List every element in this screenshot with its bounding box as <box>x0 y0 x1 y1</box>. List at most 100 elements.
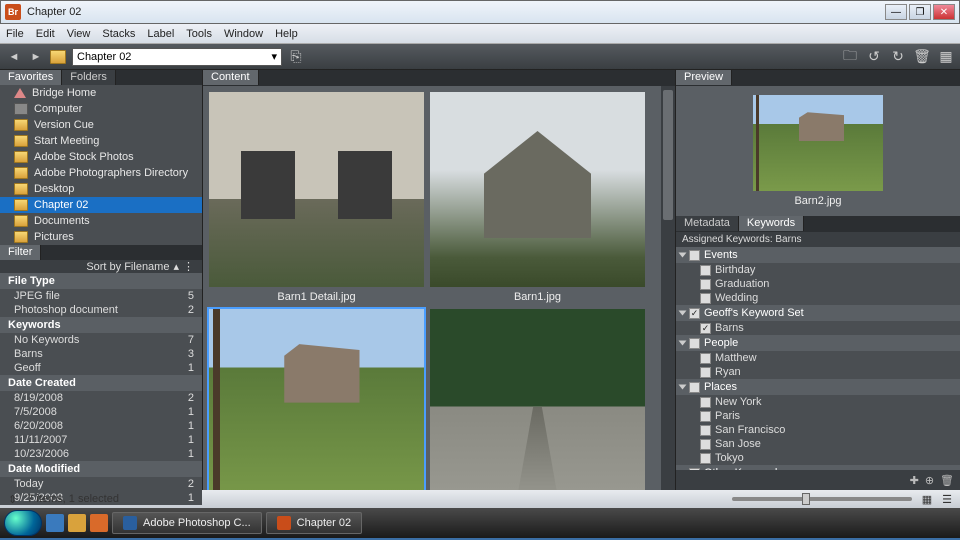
keyword-checkbox[interactable] <box>700 439 711 450</box>
filter-row[interactable]: 10/23/20061 <box>0 447 202 461</box>
disclosure-triangle-icon[interactable] <box>679 385 687 390</box>
tab-keywords[interactable]: Keywords <box>739 216 804 231</box>
favorites-item[interactable]: Pictures <box>0 229 202 245</box>
favorites-item[interactable]: Adobe Stock Photos <box>0 149 202 165</box>
filter-row[interactable]: Barns3 <box>0 347 202 361</box>
menu-view[interactable]: View <box>67 28 91 40</box>
tab-metadata[interactable]: Metadata <box>676 216 739 231</box>
favorites-item[interactable]: Desktop <box>0 181 202 197</box>
quicklaunch-firefox-icon[interactable] <box>90 514 108 532</box>
keyword-item[interactable]: Ryan <box>676 365 960 379</box>
preview-image[interactable] <box>753 95 883 191</box>
favorites-item[interactable]: Bridge Home <box>0 85 202 101</box>
content-scrollbar[interactable] <box>661 86 675 490</box>
tab-content[interactable]: Content <box>203 70 259 85</box>
keyword-checkbox[interactable] <box>700 425 711 436</box>
view-list-icon[interactable]: ☰ <box>942 493 952 506</box>
menu-stacks[interactable]: Stacks <box>102 28 135 40</box>
keyword-item[interactable]: San Jose <box>676 437 960 451</box>
menu-tools[interactable]: Tools <box>186 28 212 40</box>
keyword-item[interactable]: ✓Barns <box>676 321 960 335</box>
new-keyword-icon[interactable]: ✚ <box>910 474 919 487</box>
disclosure-triangle-icon[interactable] <box>679 253 687 258</box>
slider-thumb[interactable] <box>802 493 810 505</box>
keyword-checkbox[interactable] <box>700 453 711 464</box>
keyword-item[interactable]: Paris <box>676 409 960 423</box>
keyword-group[interactable]: People <box>676 335 960 351</box>
keyword-checkbox[interactable] <box>700 397 711 408</box>
path-dropdown[interactable]: Chapter 02 ▾ <box>72 48 282 66</box>
filter-row[interactable]: JPEG file5 <box>0 289 202 303</box>
menu-edit[interactable]: Edit <box>36 28 55 40</box>
thumbnail-grid[interactable]: Barn1 Detail.jpgBarn1.jpgBarn2.jpgRoad.j… <box>203 86 675 490</box>
favorites-item[interactable]: Adobe Photographers Directory <box>0 165 202 181</box>
menu-window[interactable]: Window <box>224 28 263 40</box>
keyword-item[interactable]: Tokyo <box>676 451 960 465</box>
keyword-checkbox[interactable] <box>700 367 711 378</box>
tab-filter[interactable]: Filter <box>0 245 41 260</box>
taskbar-photoshop[interactable]: Adobe Photoshop C... <box>112 512 262 534</box>
keyword-checkbox[interactable] <box>700 265 711 276</box>
minimize-button[interactable]: — <box>885 4 907 20</box>
keyword-item[interactable]: Matthew <box>676 351 960 365</box>
filter-section-header[interactable]: Date Created <box>0 375 202 391</box>
tab-favorites[interactable]: Favorites <box>0 70 62 85</box>
keyword-item[interactable]: Birthday <box>676 263 960 277</box>
filter-row[interactable]: 6/20/20081 <box>0 419 202 433</box>
compact-mode-icon[interactable]: ▦ <box>938 49 954 65</box>
expand-icon[interactable]: ⇕ <box>8 493 17 506</box>
quicklaunch-explorer-icon[interactable] <box>68 514 86 532</box>
keyword-checkbox[interactable] <box>689 338 700 349</box>
thumbnail-size-slider[interactable] <box>732 497 912 501</box>
delete-keyword-icon[interactable]: 🗑 <box>940 474 954 487</box>
rotate-cw-icon[interactable]: ↻ <box>890 49 906 65</box>
filter-section-header[interactable]: Keywords <box>0 317 202 333</box>
close-button[interactable]: ✕ <box>933 4 955 20</box>
thumbnail[interactable]: Barn2.jpg <box>209 309 424 490</box>
keyword-item[interactable]: Graduation <box>676 277 960 291</box>
menu-label[interactable]: Label <box>147 28 174 40</box>
keyword-checkbox[interactable]: ✓ <box>689 308 700 319</box>
filter-section-header[interactable]: File Type <box>0 273 202 289</box>
taskbar-bridge[interactable]: Chapter 02 <box>266 512 362 534</box>
filter-row[interactable]: Today2 <box>0 477 202 491</box>
filter-row[interactable]: 11/11/20071 <box>0 433 202 447</box>
keyword-item[interactable]: Wedding <box>676 291 960 305</box>
filter-row[interactable]: No Keywords7 <box>0 333 202 347</box>
filter-section-header[interactable]: Date Modified <box>0 461 202 477</box>
favorites-item[interactable]: Documents <box>0 213 202 229</box>
reveal-button[interactable]: ⎘ <box>288 49 304 65</box>
nav-back-button[interactable]: ◄ <box>6 49 22 65</box>
new-subkeyword-icon[interactable]: ⊕ <box>925 474 934 487</box>
menu-help[interactable]: Help <box>275 28 298 40</box>
favorites-item[interactable]: Chapter 02 <box>0 197 202 213</box>
keyword-item[interactable]: San Francisco <box>676 423 960 437</box>
favorites-item[interactable]: Version Cue <box>0 117 202 133</box>
maximize-button[interactable]: ❐ <box>909 4 931 20</box>
keyword-checkbox[interactable]: ✓ <box>700 323 711 334</box>
keyword-checkbox[interactable] <box>700 279 711 290</box>
keyword-item[interactable]: New York <box>676 395 960 409</box>
thumbnail[interactable]: Barn1.jpg <box>430 92 645 303</box>
keyword-group[interactable]: Events <box>676 247 960 263</box>
sort-bar[interactable]: Sort by Filename ▴ ⋮ <box>0 260 202 273</box>
filter-row[interactable]: 8/19/20082 <box>0 391 202 405</box>
view-grid-icon[interactable]: ▦ <box>922 493 932 506</box>
rotate-ccw-icon[interactable]: ↺ <box>866 49 882 65</box>
keyword-group[interactable]: Places <box>676 379 960 395</box>
scrollbar-thumb[interactable] <box>663 90 673 220</box>
keyword-checkbox[interactable] <box>700 411 711 422</box>
keyword-checkbox[interactable] <box>689 382 700 393</box>
filter-row[interactable]: Geoff1 <box>0 361 202 375</box>
thumbnail[interactable]: Barn1 Detail.jpg <box>209 92 424 303</box>
keyword-checkbox[interactable] <box>700 353 711 364</box>
favorites-item[interactable]: Start Meeting <box>0 133 202 149</box>
disclosure-triangle-icon[interactable] <box>679 311 687 316</box>
menu-file[interactable]: File <box>6 28 24 40</box>
nav-forward-button[interactable]: ► <box>28 49 44 65</box>
disclosure-triangle-icon[interactable] <box>679 341 687 346</box>
trash-icon[interactable]: 🗑 <box>914 49 930 65</box>
keyword-checkbox[interactable] <box>700 293 711 304</box>
favorites-item[interactable]: Computer <box>0 101 202 117</box>
filter-row[interactable]: 7/5/20081 <box>0 405 202 419</box>
